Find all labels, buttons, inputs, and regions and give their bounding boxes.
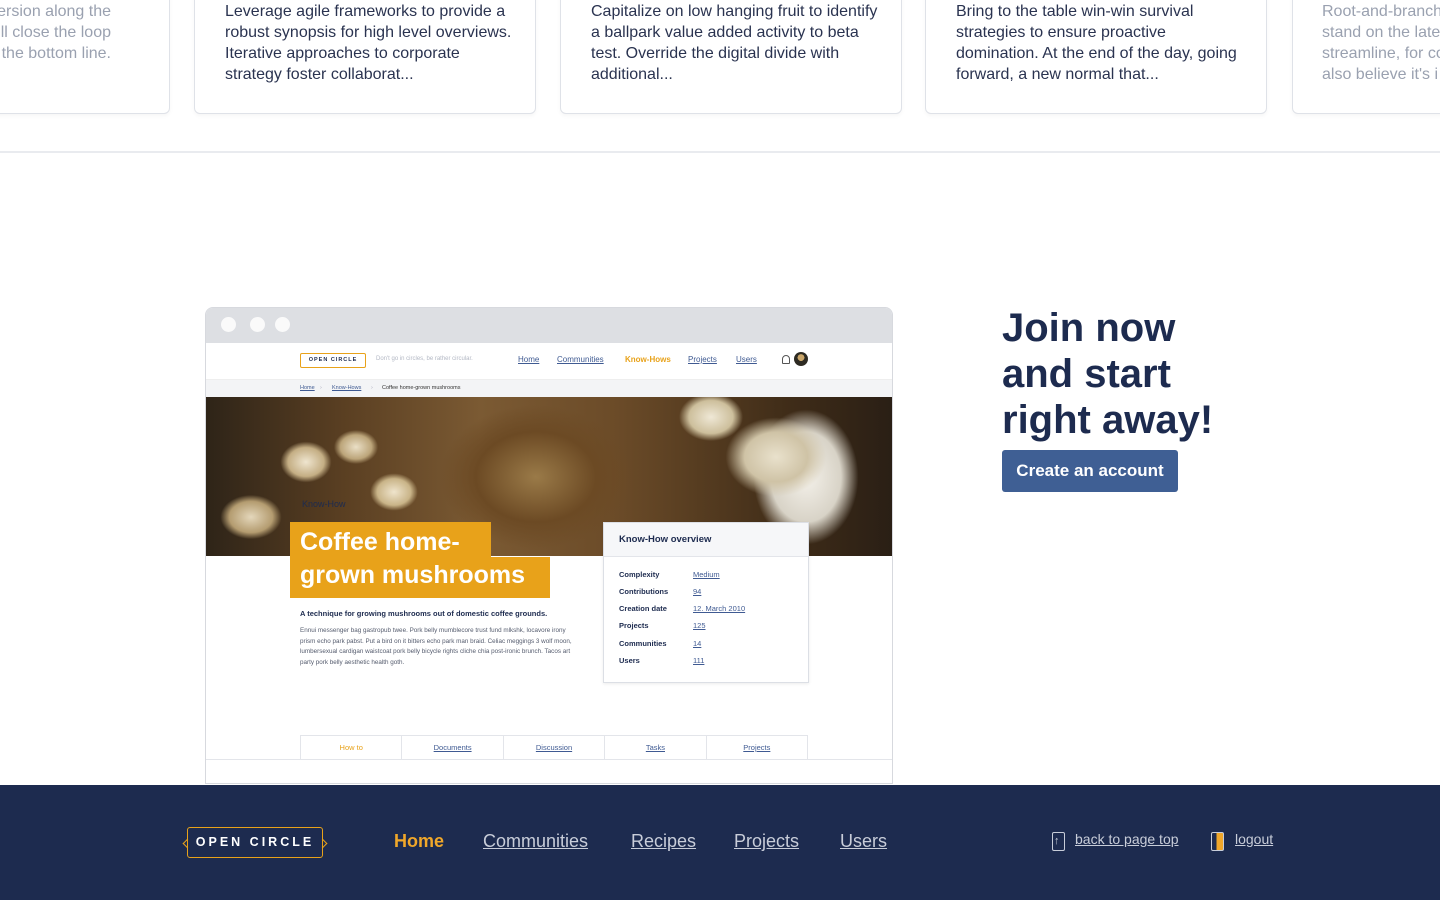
mockup-tabs: How to Documents Discussion Tasks Projec… — [300, 735, 808, 759]
footer: OPEN CIRCLE Home Communities Recipes Pro… — [0, 785, 1440, 900]
mockup-header: OPEN CIRCLE Don't go in circles, be rath… — [206, 343, 892, 380]
footer-nav-home[interactable]: Home — [394, 831, 444, 852]
mockup-nav-knowhows: Know-Hows — [625, 355, 671, 364]
overview-value: 111 — [693, 656, 705, 665]
mockup-nav-communities: Communities — [557, 355, 604, 364]
footer-nav-users[interactable]: Users — [840, 831, 887, 852]
overview-key: Contributions — [619, 587, 669, 596]
join-heading-line: Join now — [1002, 306, 1176, 350]
overview-value: 94 — [693, 587, 702, 596]
bell-icon — [782, 355, 790, 364]
card-text: Capitalize on low hanging fruit to ident… — [591, 3, 878, 83]
logout-link[interactable]: logout — [1235, 831, 1273, 847]
window-dot-icon — [221, 317, 236, 332]
join-heading-line: right away! — [1002, 398, 1214, 442]
overview-value: 125 — [693, 621, 706, 630]
mockup-kicker: Know-How — [302, 499, 346, 509]
breadcrumb-separator: › — [371, 385, 373, 391]
mockup-tab-how-to: How to — [301, 736, 403, 759]
mockup-nav-users: Users — [736, 355, 757, 364]
card-text: Root-and-branch stand on the late stream… — [1322, 3, 1440, 83]
knowhow-overview-panel: Know-How overview Complexity Medium Cont… — [603, 522, 809, 683]
mockup-title: Coffee home- grown mushrooms — [300, 526, 560, 592]
back-to-top-icon[interactable] — [1052, 832, 1065, 851]
footer-logo[interactable]: OPEN CIRCLE — [187, 827, 323, 858]
mockup-logo: OPEN CIRCLE — [300, 353, 366, 368]
overview-value: 14 — [693, 639, 702, 648]
footer-nav-projects[interactable]: Projects — [734, 831, 799, 852]
tab-divider — [206, 759, 892, 760]
breadcrumb-current: Coffee home-grown mushrooms — [382, 385, 461, 391]
breadcrumb-item: Home — [300, 385, 315, 391]
overview-key: Creation date — [619, 604, 667, 613]
card[interactable]: Bring to the table win-win survival stra… — [925, 0, 1267, 114]
browser-mockup: OPEN CIRCLE Don't go in circles, be rath… — [205, 307, 893, 784]
overview-key: Users — [619, 656, 640, 665]
card[interactable]: Leverage agile frameworks to provide a r… — [194, 0, 536, 114]
avatar — [794, 352, 808, 366]
overview-key: Projects — [619, 621, 649, 630]
card[interactable]: Capitalize on low hanging fruit to ident… — [560, 0, 902, 114]
card-partial-left[interactable]: mersion along the will close the loop n … — [0, 0, 170, 114]
mockup-lead: A technique for growing mushrooms out of… — [300, 609, 548, 618]
card-partial-right[interactable]: Root-and-branch stand on the late stream… — [1292, 0, 1440, 114]
breadcrumb-item: Know-Hows — [332, 385, 362, 391]
logout-icon[interactable] — [1211, 832, 1224, 851]
mockup-body-text: Ennui messenger bag gastropub twee. Pork… — [300, 627, 572, 666]
overview-key: Complexity — [619, 570, 660, 579]
overview-value: 12. March 2010 — [693, 604, 746, 613]
card-carousel: mersion along the will close the loop n … — [0, 0, 1440, 153]
card-text: mersion along the will close the loop n … — [0, 3, 111, 62]
footer-nav-communities[interactable]: Communities — [483, 831, 588, 852]
overview-title: Know-How overview — [604, 523, 808, 557]
overview-key: Communities — [619, 639, 667, 648]
mockup-title-line: grown mushrooms — [300, 561, 526, 589]
back-to-top-link[interactable]: back to page top — [1075, 831, 1179, 847]
mockup-tab-tasks: Tasks — [605, 736, 707, 759]
mockup-tab-projects: Projects — [743, 743, 771, 752]
mockup-tagline: Don't go in circles, be rather circular. — [376, 356, 473, 362]
card-text: Leverage agile frameworks to provide a r… — [225, 3, 512, 83]
mockup-nav-projects: Projects — [688, 355, 717, 364]
window-dot-icon — [275, 317, 290, 332]
mockup-breadcrumb: Home › Know-Hows › Coffee home-grown mus… — [206, 380, 892, 397]
card-text: Bring to the table win-win survival stra… — [956, 3, 1237, 83]
join-heading: Join now and start right away! — [1002, 305, 1262, 443]
window-dot-icon — [250, 317, 265, 332]
mockup-nav-home: Home — [518, 355, 540, 364]
create-account-button[interactable]: Create an account — [1002, 450, 1178, 492]
mockup-tab-documents: Documents — [402, 736, 504, 759]
browser-chrome — [206, 308, 892, 343]
overview-value: Medium — [693, 570, 720, 579]
breadcrumb-separator: › — [320, 385, 322, 391]
mockup-title-line: Coffee home- — [300, 528, 460, 556]
join-heading-line: and start — [1002, 352, 1171, 396]
mockup-tab-discussion: Discussion — [504, 736, 606, 759]
footer-nav-recipes[interactable]: Recipes — [631, 831, 696, 852]
